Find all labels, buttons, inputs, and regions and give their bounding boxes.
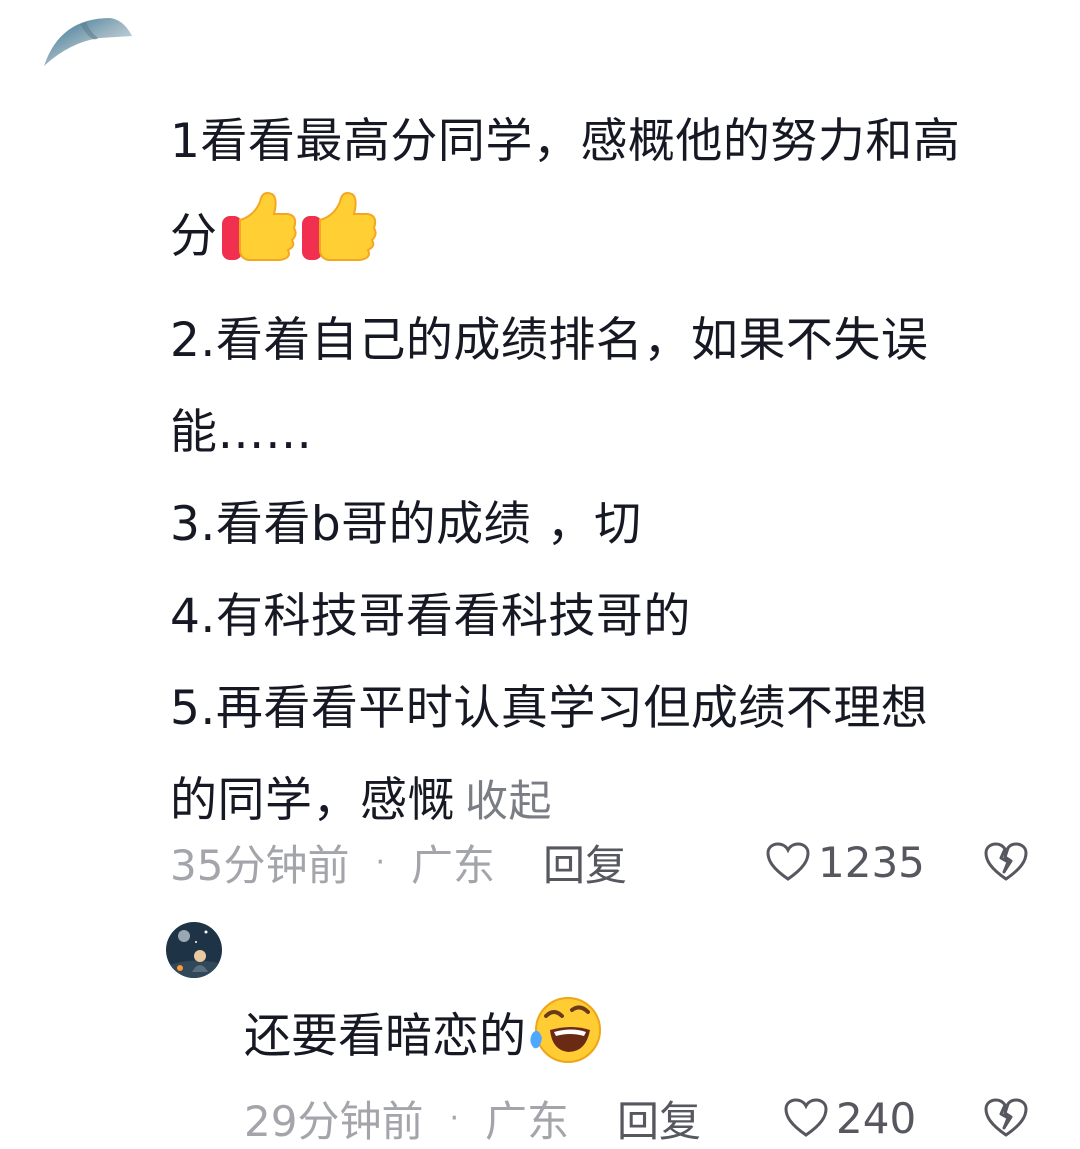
comment-location: 广东 — [411, 840, 496, 890]
comment-line: 能…… — [170, 405, 313, 460]
comment-line: 1看看最高分同学，感概他的努力和高 — [170, 114, 961, 169]
replier-avatar[interactable] — [166, 922, 222, 978]
comment-line: 4.有科技哥看看科技哥的 — [170, 589, 691, 644]
commenter-avatar[interactable] — [40, 14, 134, 68]
like-button[interactable]: 1235 — [766, 832, 925, 892]
comment-line: 2.看着自己的成绩排名，如果不失误 — [170, 313, 929, 368]
heart-icon — [784, 1098, 828, 1137]
collapse-button[interactable]: 收起 — [465, 777, 552, 827]
reply-location: 广东 — [485, 1096, 570, 1146]
reply-body: 还要看暗恋的 — [244, 994, 608, 1087]
broken-heart-icon — [984, 1098, 1028, 1137]
comment-time: 35分钟前 — [170, 840, 350, 890]
reply-dislike-button[interactable] — [984, 1098, 1028, 1142]
meta-separator: · — [375, 844, 385, 880]
reply-content: 还要看暗恋的 — [244, 1009, 526, 1064]
reply-like-count: 240 — [836, 1093, 917, 1143]
meta-separator: · — [449, 1100, 459, 1136]
comment-line: 5.再看看平时认真学习但成绩不理想 — [170, 681, 929, 736]
reply-time: 29分钟前 — [244, 1096, 424, 1146]
like-count: 1235 — [818, 837, 925, 887]
reply-button[interactable]: 回复 — [543, 832, 627, 893]
comment-meta: 35分钟前 · 广东 回复 — [170, 832, 627, 892]
heart-icon — [766, 842, 810, 881]
reply-reply-button[interactable]: 回复 — [617, 1088, 701, 1149]
reply-like-button[interactable]: 240 — [784, 1088, 916, 1148]
comment-line: 分 — [170, 188, 1050, 295]
comment-body: 1看看最高分同学，感概他的努力和高 分 2.看着自己的成绩排名，如果不失误 能…… — [170, 96, 1050, 848]
comment-line: 3.看看b哥的成绩 ，切 — [170, 497, 642, 552]
thumbs-up-icon — [300, 188, 378, 295]
reply-meta: 29分钟前 · 广东 回复 — [244, 1088, 701, 1148]
comment-line-text: 的同学，感慨 — [170, 773, 455, 828]
rolling-laughing-icon — [528, 994, 608, 1087]
comment-line-text: 分 — [170, 209, 218, 264]
thumbs-up-icon — [220, 188, 298, 295]
broken-heart-icon — [984, 842, 1028, 881]
dislike-button[interactable] — [984, 842, 1028, 886]
